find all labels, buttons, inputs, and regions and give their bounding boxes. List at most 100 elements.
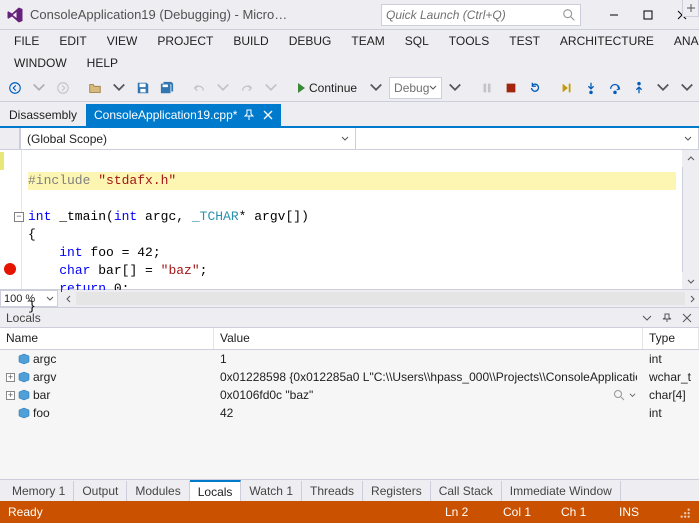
editor-footer: 100 %	[0, 290, 699, 308]
menu-build[interactable]: BUILD	[223, 31, 278, 51]
resize-grip-icon[interactable]	[677, 505, 691, 519]
close-tab-button[interactable]	[261, 108, 275, 122]
maximize-button[interactable]	[631, 0, 665, 30]
tool-tab-immediate-window[interactable]: Immediate Window	[502, 481, 621, 501]
undo-button	[188, 77, 210, 99]
auto-hide-pin-button[interactable]	[659, 310, 675, 326]
nav-back-dropdown	[28, 77, 50, 99]
menu-help[interactable]: HELP	[77, 53, 128, 73]
locals-row[interactable]: + bar 0x0106fd0c "baz" char[4]	[0, 386, 699, 404]
step-dropdown[interactable]	[652, 77, 674, 99]
vs-logo-icon	[6, 6, 24, 24]
config-combo[interactable]: Debug	[389, 77, 442, 99]
tab-active-file[interactable]: ConsoleApplication19.cpp*	[86, 104, 281, 126]
scroll-right-button[interactable]	[685, 290, 699, 307]
variable-icon	[18, 389, 30, 401]
col-value[interactable]: Value	[214, 328, 643, 349]
col-type[interactable]: Type	[643, 328, 699, 349]
menu-sql[interactable]: SQL	[395, 31, 439, 51]
visualizer-icon[interactable]	[613, 389, 625, 401]
expand-toggle[interactable]: +	[6, 391, 15, 400]
tool-tab-threads[interactable]: Threads	[302, 481, 363, 501]
menu-project[interactable]: PROJECT	[147, 31, 223, 51]
var-type: char[4]	[643, 388, 699, 402]
save-button[interactable]	[132, 77, 154, 99]
status-ins: INS	[619, 505, 659, 519]
continue-button[interactable]: Continue	[292, 77, 363, 99]
menu-window[interactable]: WINDOW	[4, 53, 77, 73]
open-file-dropdown[interactable]	[108, 77, 130, 99]
code-editor[interactable]: #include "stdafx.h" −int _tmain(int argc…	[0, 150, 699, 290]
step-over-button[interactable]	[604, 77, 626, 99]
menu-analyze[interactable]: ANALYZE	[664, 31, 699, 51]
play-icon	[298, 83, 305, 93]
tool-tab-call-stack[interactable]: Call Stack	[431, 481, 502, 501]
vertical-scrollbar[interactable]	[682, 150, 699, 289]
scroll-down-button[interactable]	[682, 272, 699, 289]
continue-dropdown[interactable]	[365, 77, 387, 99]
outline-toggle-icon[interactable]: −	[14, 212, 24, 222]
var-type: int	[643, 406, 699, 420]
menu-view[interactable]: VIEW	[97, 31, 148, 51]
menu-team[interactable]: TEAM	[341, 31, 394, 51]
panel-header: Locals	[0, 308, 699, 328]
save-all-button[interactable]	[156, 77, 178, 99]
split-editor-button[interactable]	[682, 0, 699, 17]
pin-icon[interactable]	[243, 109, 255, 121]
var-value: 0x0106fd0c "baz"	[220, 388, 313, 402]
continue-label: Continue	[309, 81, 357, 95]
locals-panel: Locals Name Value Type argc1int+argv0x01…	[0, 308, 699, 501]
tab-label: Disassembly	[9, 108, 77, 122]
open-file-button[interactable]	[84, 77, 106, 99]
quick-launch-placeholder: Quick Launch (Ctrl+Q)	[386, 8, 562, 22]
stop-button[interactable]	[500, 77, 522, 99]
menu-file[interactable]: FILE	[4, 31, 49, 51]
var-name: foo	[33, 406, 50, 420]
window-position-button[interactable]	[639, 310, 655, 326]
scope-combo-right[interactable]	[356, 128, 699, 150]
tool-tab-locals[interactable]: Locals	[190, 480, 242, 502]
restart-button[interactable]	[524, 77, 546, 99]
scope-combo-left[interactable]: (Global Scope)	[20, 128, 356, 150]
toolbar: Continue Debug	[0, 74, 699, 102]
var-name: argv	[33, 370, 56, 384]
breakpoint-icon[interactable]	[4, 263, 16, 275]
tool-tab-output[interactable]: Output	[74, 481, 127, 501]
menu-debug[interactable]: DEBUG	[279, 31, 342, 51]
minimize-button[interactable]	[597, 0, 631, 30]
show-next-statement-button[interactable]	[556, 77, 578, 99]
tool-tab-memory-1[interactable]: Memory 1	[4, 481, 74, 501]
menu-architecture[interactable]: ARCHITECTURE	[550, 31, 664, 51]
horizontal-scrollbar[interactable]	[62, 290, 699, 307]
tool-tab-registers[interactable]: Registers	[363, 481, 431, 501]
scope-left-value: (Global Scope)	[27, 132, 341, 146]
menu-test[interactable]: TEST	[499, 31, 550, 51]
tab-disassembly[interactable]: Disassembly	[0, 104, 86, 126]
nav-back-button[interactable]	[4, 77, 26, 99]
visualizer-dropdown[interactable]	[629, 389, 637, 401]
toolbar-overflow[interactable]	[676, 77, 698, 99]
var-name: bar	[33, 388, 50, 402]
close-panel-button[interactable]	[679, 310, 695, 326]
title-bar: ConsoleApplication19 (Debugging) - Micro…	[0, 0, 699, 30]
scroll-track[interactable]	[76, 292, 685, 305]
scroll-left-button[interactable]	[62, 290, 76, 307]
locals-row[interactable]: foo42int	[0, 404, 699, 422]
variable-icon	[18, 407, 30, 419]
quick-launch-input[interactable]: Quick Launch (Ctrl+Q)	[381, 4, 581, 26]
step-into-button[interactable]	[580, 77, 602, 99]
locals-row[interactable]: argc1int	[0, 350, 699, 368]
config-dropdown[interactable]	[444, 77, 466, 99]
step-out-button[interactable]	[628, 77, 650, 99]
scroll-up-button[interactable]	[682, 150, 699, 167]
expand-toggle[interactable]: +	[6, 373, 15, 382]
nav-forward-button	[52, 77, 74, 99]
menu-tools[interactable]: TOOLS	[439, 31, 499, 51]
tool-tab-modules[interactable]: Modules	[127, 481, 189, 501]
locals-row[interactable]: +argv0x01228598 {0x012285a0 L"C:\\Users\…	[0, 368, 699, 386]
pause-button	[476, 77, 498, 99]
tool-tab-watch-1[interactable]: Watch 1	[241, 481, 302, 501]
code-area[interactable]: #include "stdafx.h" −int _tmain(int argc…	[22, 150, 682, 289]
menu-edit[interactable]: EDIT	[49, 31, 96, 51]
config-value: Debug	[394, 81, 429, 95]
